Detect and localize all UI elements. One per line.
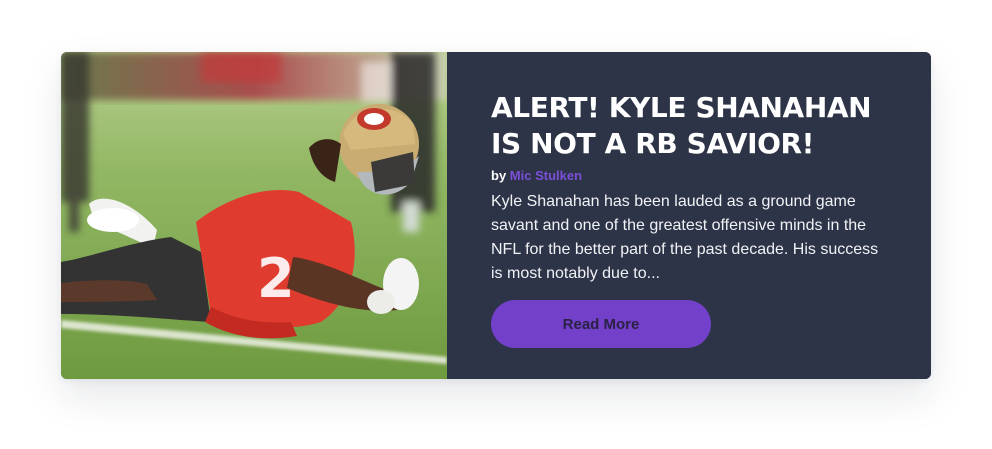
blog-post-card: 2 ALERT! KYLE SHANAHAN IS NOT A RB SAVIO… — [61, 52, 931, 379]
byline-prefix: by — [491, 168, 507, 183]
post-byline: by Mic Stulken — [491, 168, 887, 183]
author-link[interactable]: Mic Stulken — [510, 168, 582, 183]
post-excerpt: Kyle Shanahan has been lauded as a groun… — [491, 193, 879, 282]
post-content: ALERT! KYLE SHANAHAN IS NOT A RB SAVIOR!… — [447, 52, 931, 379]
post-title[interactable]: ALERT! KYLE SHANAHAN IS NOT A RB SAVIOR! — [491, 90, 887, 162]
read-more-button[interactable]: Read More — [491, 300, 711, 348]
post-thumbnail-image[interactable]: 2 — [61, 52, 447, 379]
